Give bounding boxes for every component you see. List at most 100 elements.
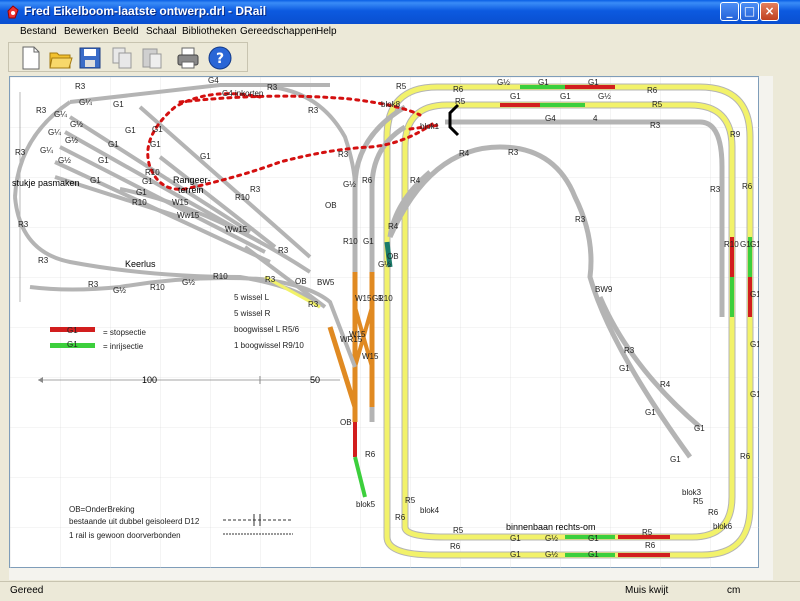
svg-text:R3: R3 [308, 106, 319, 115]
svg-text:boogwissel L R5/6: boogwissel L R5/6 [234, 325, 300, 334]
svg-text:R6: R6 [450, 542, 461, 551]
legend-stop-box: G1 [67, 326, 78, 335]
minimize-button[interactable]: _ [720, 2, 739, 21]
svg-text:G1: G1 [694, 424, 705, 433]
svg-text:Ww15: Ww15 [177, 211, 200, 220]
help-icon[interactable]: ? [207, 45, 233, 71]
svg-text:W15: W15 [355, 294, 372, 303]
svg-text:Ww15: Ww15 [225, 225, 248, 234]
maximize-button[interactable]: □ [740, 2, 759, 21]
svg-text:BW9: BW9 [595, 285, 613, 294]
svg-text:G½: G½ [113, 286, 126, 295]
paste-icon[interactable] [139, 45, 165, 71]
svg-text:G½: G½ [343, 180, 356, 189]
svg-text:G1: G1 [113, 100, 124, 109]
horizontal-scrollbar[interactable] [9, 568, 759, 580]
svg-text:R3: R3 [88, 280, 99, 289]
svg-text:R5: R5 [642, 528, 653, 537]
svg-text:R3: R3 [278, 246, 289, 255]
svg-text:1 boogwissel R9/10: 1 boogwissel R9/10 [234, 341, 304, 350]
track-plan-svg[interactable]: 100 50 G4 R3 R3 R3 R3 G¼ G1 G¼ G½ G¼ G½ … [10, 77, 760, 569]
svg-text:G1: G1 [588, 550, 599, 559]
print-icon[interactable] [175, 45, 201, 71]
svg-text:G½: G½ [545, 550, 558, 559]
svg-text:G1: G1 [136, 188, 147, 197]
svg-text:R3: R3 [308, 300, 319, 309]
label-blok4: blok4 [420, 506, 440, 515]
save-disk-icon[interactable] [77, 45, 103, 71]
svg-text:R10: R10 [145, 168, 160, 177]
svg-text:5 wissel R: 5 wissel R [234, 309, 271, 318]
label-blok8: blok8 [381, 100, 401, 109]
svg-text:G4: G4 [545, 114, 556, 123]
svg-text:bestaande uit dubbel geisoleer: bestaande uit dubbel geisoleerd D12 [69, 517, 200, 526]
title-bar[interactable]: Fred Eikelboom-laatste ontwerp.drl - DRa… [0, 0, 800, 24]
svg-text:G1: G1 [670, 455, 681, 464]
svg-text:G½: G½ [58, 156, 71, 165]
menu-bar: Bestand Bewerken Beeld Schaal Bibliothek… [0, 24, 800, 42]
svg-text:G1: G1 [510, 92, 521, 101]
svg-text:R4: R4 [459, 149, 470, 158]
label-rangeer: Rangeer- [173, 175, 211, 185]
label-blok3: blok3 [682, 488, 702, 497]
label-g4-inkorten: G4 inkorten [222, 89, 263, 98]
svg-text:R5: R5 [405, 496, 416, 505]
svg-text:R6: R6 [742, 182, 753, 191]
svg-text:G½: G½ [598, 92, 611, 101]
application-window: Fred Eikelboom-laatste ontwerp.drl - DRa… [0, 0, 800, 601]
svg-text:R5: R5 [652, 100, 663, 109]
copy-icon[interactable] [109, 45, 135, 71]
svg-text:5 wissel L: 5 wissel L [234, 293, 270, 302]
close-button[interactable]: × [760, 2, 779, 21]
side-panel [773, 24, 800, 600]
label-stukje-pasmaken: stukje pasmaken [12, 178, 80, 188]
svg-text:R10: R10 [213, 272, 228, 281]
track-plan-canvas[interactable]: 100 50 G4 R3 R3 R3 R3 G¼ G1 G¼ G½ G¼ G½ … [9, 76, 760, 569]
window-title: Fred Eikelboom-laatste ontwerp.drl - DRa… [24, 4, 267, 18]
menu-gereedschappen[interactable]: Gereedschappen [240, 26, 317, 37]
legend-stop-text: = stopsectie [103, 328, 146, 337]
legend-entry-text: = inrijsectie [103, 342, 144, 351]
svg-text:R10: R10 [343, 237, 358, 246]
svg-text:G¼: G¼ [54, 110, 67, 119]
svg-text:R6: R6 [708, 508, 719, 517]
menu-bewerken[interactable]: Bewerken [64, 26, 108, 37]
svg-text:R5: R5 [453, 526, 464, 535]
vertical-scrollbar[interactable] [759, 76, 773, 580]
svg-text:R3: R3 [338, 150, 349, 159]
svg-text:G1: G1 [152, 125, 163, 134]
help-glyph: ? [216, 51, 224, 67]
svg-text:R3: R3 [650, 121, 661, 130]
menu-beeld[interactable]: Beeld [113, 26, 139, 37]
menu-bestand[interactable]: Bestand [20, 26, 57, 37]
svg-text:G1: G1 [645, 408, 656, 417]
svg-text:R10: R10 [235, 193, 250, 202]
svg-text:R3: R3 [267, 83, 278, 92]
menu-help[interactable]: Help [316, 26, 337, 37]
svg-text:R6: R6 [645, 541, 656, 550]
svg-text:G1: G1 [200, 152, 211, 161]
svg-text:G½: G½ [182, 278, 195, 287]
new-file-icon[interactable] [17, 45, 43, 71]
svg-text:R5: R5 [693, 497, 704, 506]
svg-text:R3: R3 [710, 185, 721, 194]
svg-text:G1: G1 [108, 140, 119, 149]
svg-text:R3: R3 [508, 148, 519, 157]
toolbar: ? [8, 42, 248, 72]
svg-text:R3: R3 [75, 82, 86, 91]
label-binnenbaan: binnenbaan rechts-om [506, 522, 596, 532]
svg-text:G1: G1 [142, 177, 153, 186]
app-icon [7, 5, 19, 19]
svg-text:G1: G1 [588, 534, 599, 543]
svg-text:G1: G1 [90, 176, 101, 185]
menu-schaal[interactable]: Schaal [146, 26, 177, 37]
svg-text:G1: G1 [560, 92, 571, 101]
open-folder-icon[interactable] [47, 45, 73, 71]
svg-text:OB: OB [295, 277, 307, 286]
svg-text:G4: G4 [208, 77, 219, 85]
svg-text:R6: R6 [453, 85, 464, 94]
menu-bibliotheken[interactable]: Bibliotheken [182, 26, 236, 37]
svg-text:G½: G½ [497, 78, 510, 87]
svg-text:R6: R6 [362, 176, 373, 185]
svg-text:R6: R6 [740, 452, 751, 461]
